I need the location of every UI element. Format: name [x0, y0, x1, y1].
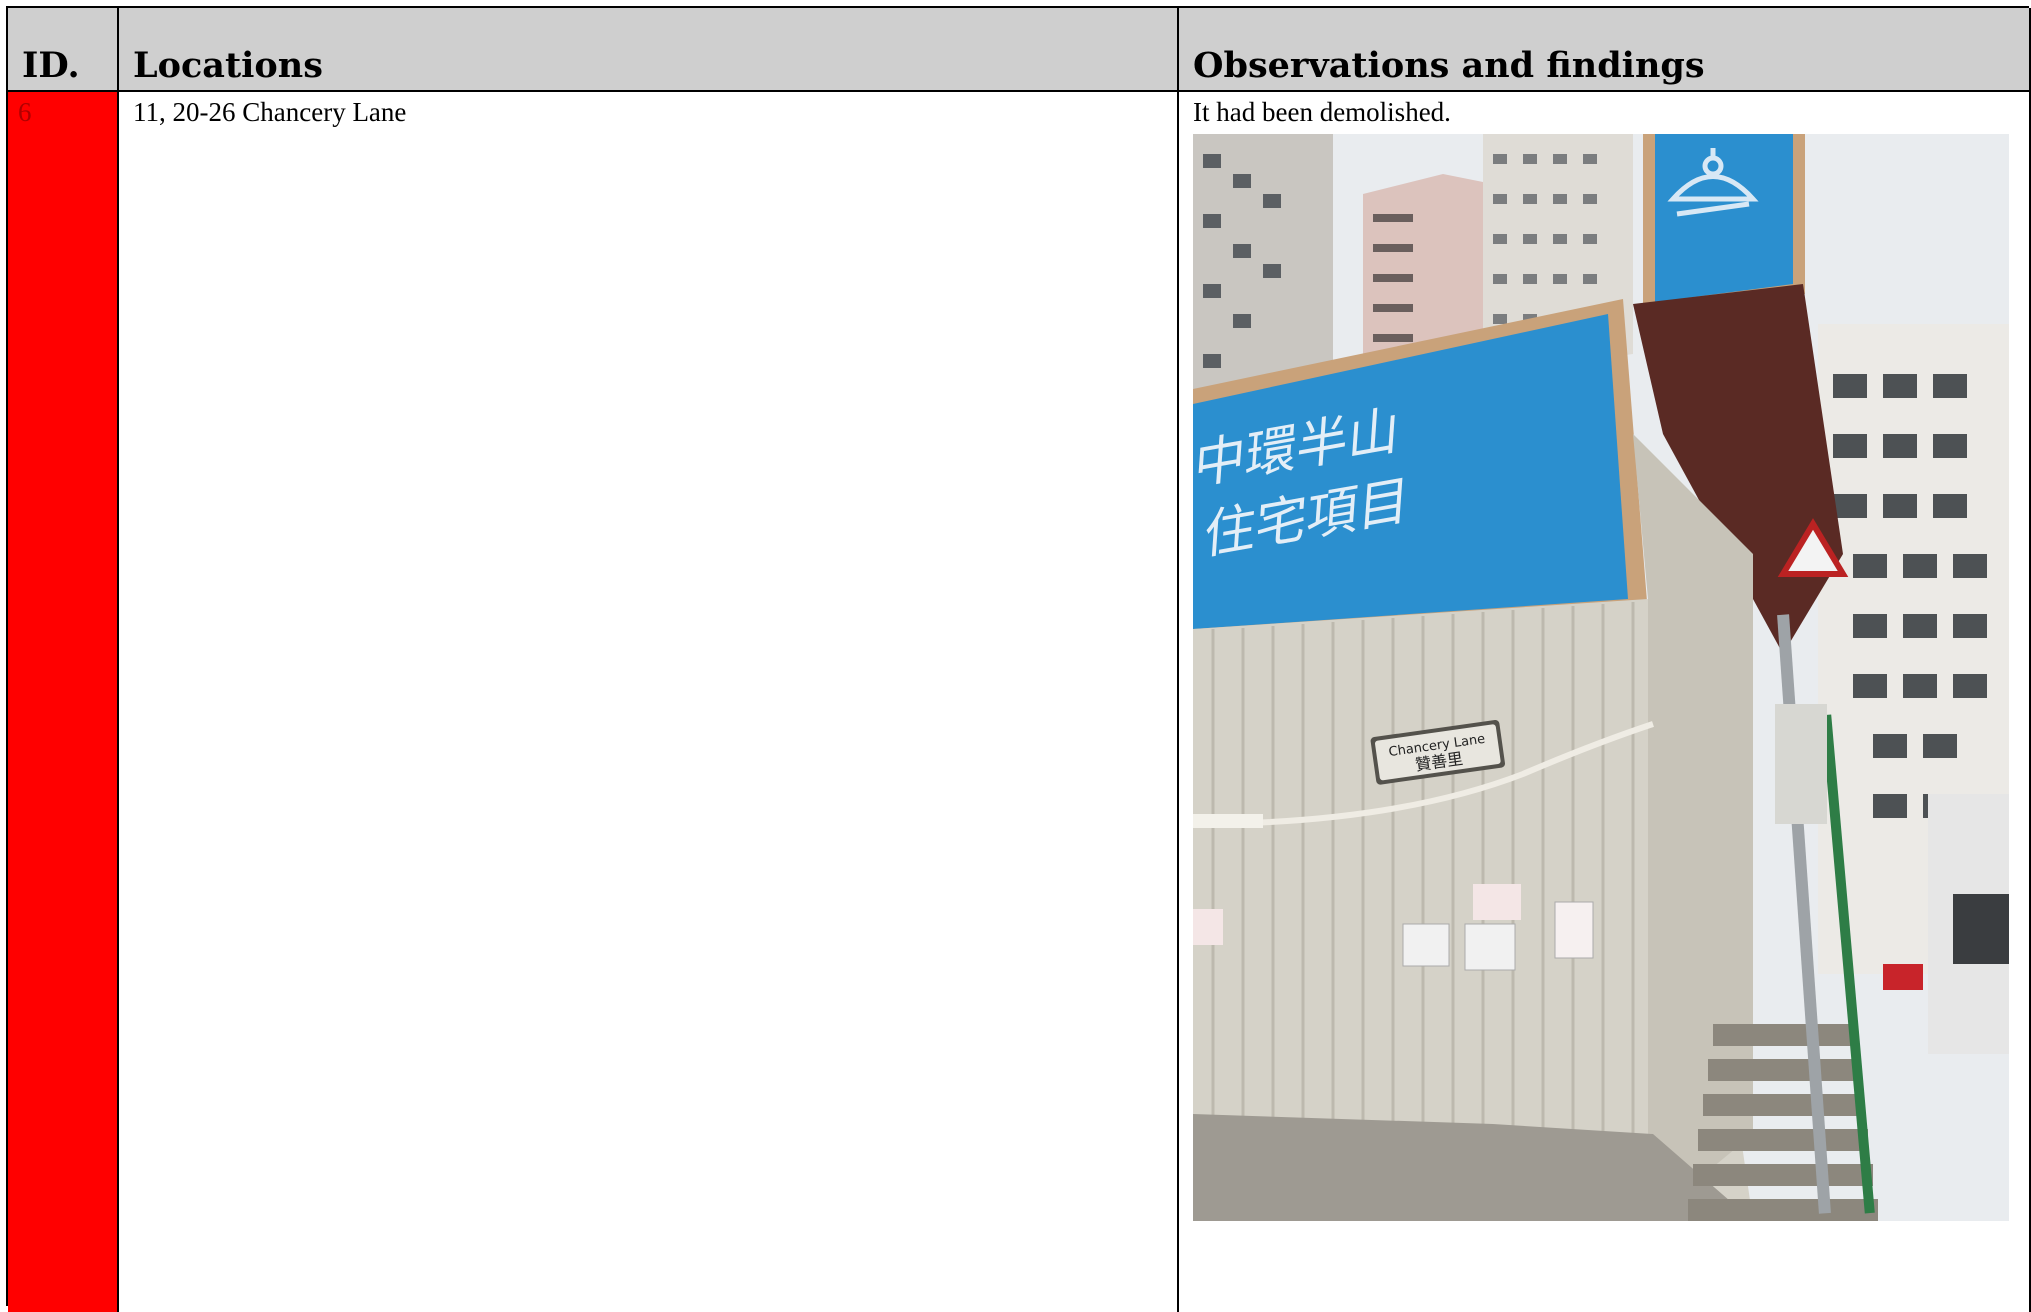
- header-id: ID.: [8, 8, 119, 92]
- row-id-cell: 6: [8, 92, 119, 1312]
- row-observation: It had been demolished.: [1193, 97, 1451, 127]
- header-observations: Observations and findings: [1179, 8, 2031, 92]
- row-location-cell: 11, 20-26 Chancery Lane: [119, 92, 1179, 1312]
- header-id-label: ID.: [22, 45, 80, 86]
- row-location: 11, 20-26 Chancery Lane: [133, 97, 407, 127]
- site-photo: 中環半山 住宅項目 Chancery Lane 贊善里: [1193, 134, 2009, 1221]
- header-locations-label: Locations: [133, 45, 323, 86]
- header-locations: Locations: [119, 8, 1179, 92]
- row-id: 6: [18, 97, 32, 127]
- row-observation-cell: It had been demolished. 中環半山 住宅項目 Chance…: [1179, 92, 2031, 1312]
- findings-table: ID. Locations Observations and findings …: [6, 6, 2031, 1312]
- header-observations-label: Observations and findings: [1193, 45, 1705, 86]
